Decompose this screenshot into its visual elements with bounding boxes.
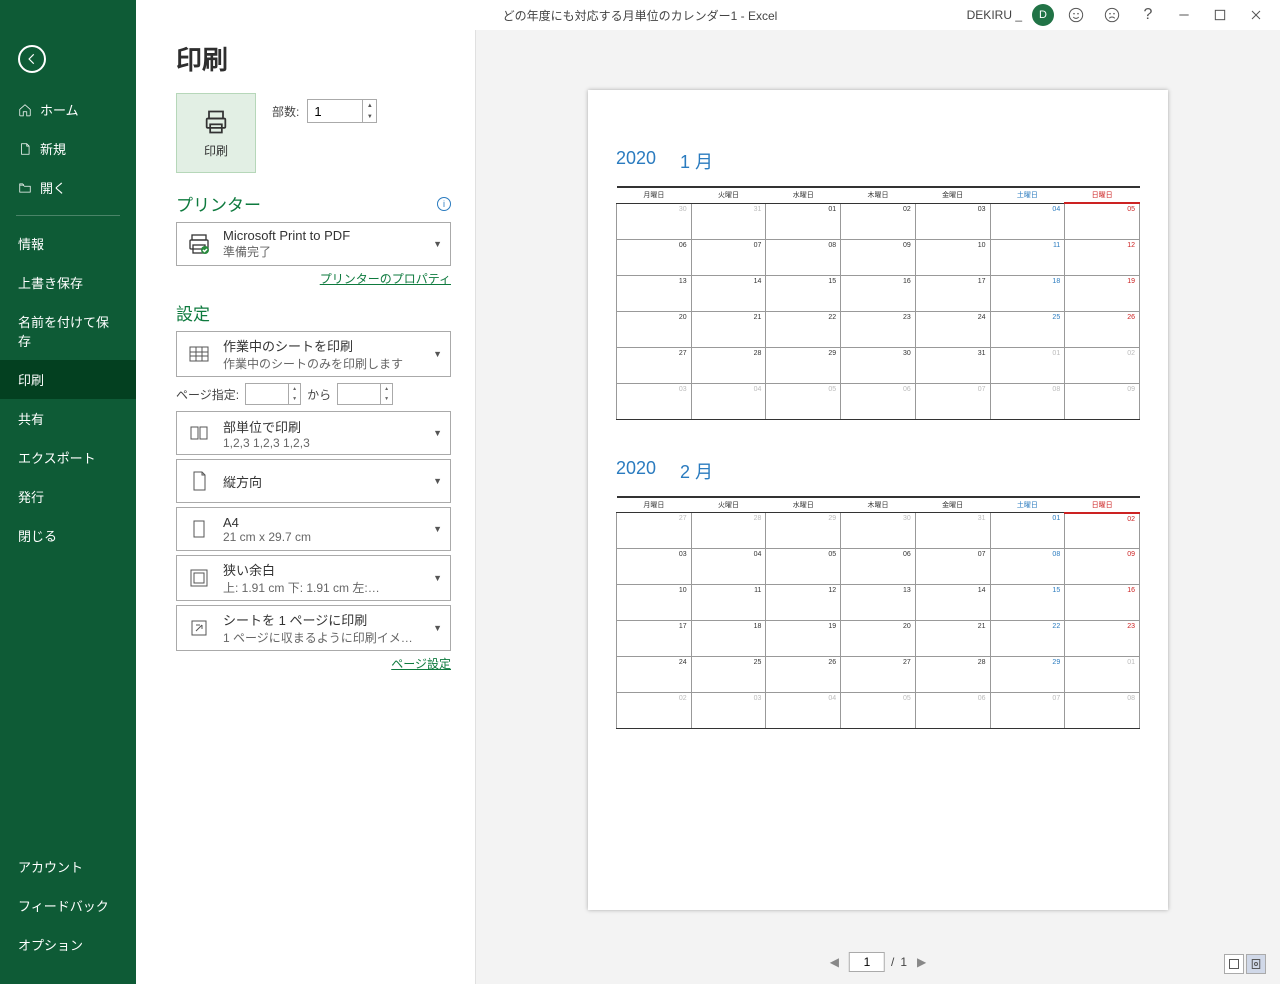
sidebar-item-6[interactable]: 発行 <box>0 477 136 516</box>
sidebar-item-1[interactable]: 新規 <box>0 129 136 168</box>
sidebar-item-1[interactable]: フィードバック <box>0 886 136 925</box>
sidebar-item-2[interactable]: 名前を付けて保存 <box>0 302 136 360</box>
portrait-icon <box>185 467 213 495</box>
printer-icon <box>185 230 213 258</box>
help-icon[interactable]: ? <box>1134 1 1162 29</box>
smile-icon[interactable] <box>1062 1 1090 29</box>
sidebar: ホーム新規開く 情報上書き保存名前を付けて保存印刷共有エクスポート発行閉じる ア… <box>0 0 136 984</box>
printer-name: Microsoft Print to PDF <box>223 228 423 243</box>
window-title: どの年度にも対応する月単位のカレンダー1 - Excel <box>503 7 778 24</box>
page-to-input[interactable]: ▲▼ <box>337 383 393 405</box>
printer-section-header: プリンター i <box>176 191 451 216</box>
print-button-label: 印刷 <box>204 142 228 159</box>
printer-properties-link[interactable]: プリンターのプロパティ <box>320 272 451 286</box>
page-sep: / <box>891 955 894 969</box>
info-icon[interactable]: i <box>437 197 451 211</box>
sidebar-item-0[interactable]: ホーム <box>0 90 136 129</box>
settings-section-header: 設定 <box>176 300 451 325</box>
copies-input[interactable]: 1 ▲▼ <box>307 99 377 123</box>
prev-page-button[interactable]: ◀ <box>826 955 843 969</box>
printer-dropdown[interactable]: Microsoft Print to PDF 準備完了 ▼ <box>176 222 451 266</box>
sidebar-item-7[interactable]: 閉じる <box>0 516 136 555</box>
print-what-dropdown[interactable]: 作業中のシートを印刷 作業中のシートのみを印刷します ▼ <box>176 331 451 377</box>
page-title: 印刷 <box>176 40 451 77</box>
scaling-icon <box>185 614 213 642</box>
back-button[interactable] <box>18 45 46 73</box>
scaling-dropdown[interactable]: シートを 1 ページに印刷 1 ページに収まるように印刷イメ… ▼ <box>176 605 451 651</box>
sheet-icon <box>185 340 213 368</box>
preview-area: 20201 月月曜日火曜日水曜日木曜日金曜日土曜日日曜日303101020304… <box>476 30 1280 984</box>
collate-dropdown[interactable]: 部単位で印刷 1,2,3 1,2,3 1,2,3 ▼ <box>176 411 451 455</box>
sidebar-item-5[interactable]: エクスポート <box>0 438 136 477</box>
sidebar-item-3[interactable]: 印刷 <box>0 360 136 399</box>
range-sep: から <box>307 386 331 403</box>
show-margins-button[interactable] <box>1224 954 1244 974</box>
chevron-down-icon: ▼ <box>433 524 442 534</box>
maximize-icon[interactable] <box>1206 1 1234 29</box>
copies-value: 1 <box>314 104 321 119</box>
settings-panel: 印刷 印刷 部数: 1 ▲▼ プリンター i Microsoft <box>136 30 476 984</box>
next-page-button[interactable]: ▶ <box>913 955 930 969</box>
chevron-down-icon: ▼ <box>433 623 442 633</box>
chevron-down-icon: ▼ <box>433 428 442 438</box>
sidebar-item-4[interactable]: 共有 <box>0 399 136 438</box>
page-total: 1 <box>900 955 907 969</box>
copies-up[interactable]: ▲ <box>363 100 376 111</box>
close-icon[interactable] <box>1242 1 1270 29</box>
copies-down[interactable]: ▼ <box>363 111 376 122</box>
sidebar-item-2[interactable]: 開く <box>0 168 136 207</box>
orientation-dropdown[interactable]: 縦方向 ▼ <box>176 459 451 503</box>
title-bar: どの年度にも対応する月単位のカレンダー1 - Excel DEKIRU _ D … <box>0 0 1280 30</box>
margins-dropdown[interactable]: 狭い余白 上: 1.91 cm 下: 1.91 cm 左:… ▼ <box>176 555 451 601</box>
chevron-down-icon: ▼ <box>433 349 442 359</box>
copies-label: 部数: <box>272 103 299 120</box>
minimize-icon[interactable] <box>1170 1 1198 29</box>
paper-icon <box>185 515 213 543</box>
preview-page: 20201 月月曜日火曜日水曜日木曜日金曜日土曜日日曜日303101020304… <box>588 90 1168 910</box>
page-number-input[interactable] <box>849 952 885 972</box>
sidebar-item-0[interactable]: 情報 <box>0 224 136 263</box>
page-range-label: ページ指定: <box>176 386 239 403</box>
avatar[interactable]: D <box>1032 4 1054 26</box>
sidebar-item-2[interactable]: オプション <box>0 925 136 964</box>
chevron-down-icon: ▼ <box>433 573 442 583</box>
paper-size-dropdown[interactable]: A4 21 cm x 29.7 cm ▼ <box>176 507 451 551</box>
margins-icon <box>185 564 213 592</box>
collate-icon <box>185 419 213 447</box>
page-setup-link[interactable]: ページ設定 <box>391 657 451 671</box>
frown-icon[interactable] <box>1098 1 1126 29</box>
page-from-input[interactable]: ▲▼ <box>245 383 301 405</box>
chevron-down-icon: ▼ <box>433 476 442 486</box>
user-name: DEKIRU _ <box>967 8 1022 22</box>
sidebar-item-0[interactable]: アカウント <box>0 847 136 886</box>
preview-nav: ◀ / 1 ▶ <box>826 952 931 972</box>
sidebar-item-1[interactable]: 上書き保存 <box>0 263 136 302</box>
sidebar-divider <box>16 215 120 216</box>
printer-status: 準備完了 <box>223 243 423 260</box>
print-button[interactable]: 印刷 <box>176 93 256 173</box>
zoom-to-page-button[interactable] <box>1246 954 1266 974</box>
chevron-down-icon: ▼ <box>433 239 442 249</box>
